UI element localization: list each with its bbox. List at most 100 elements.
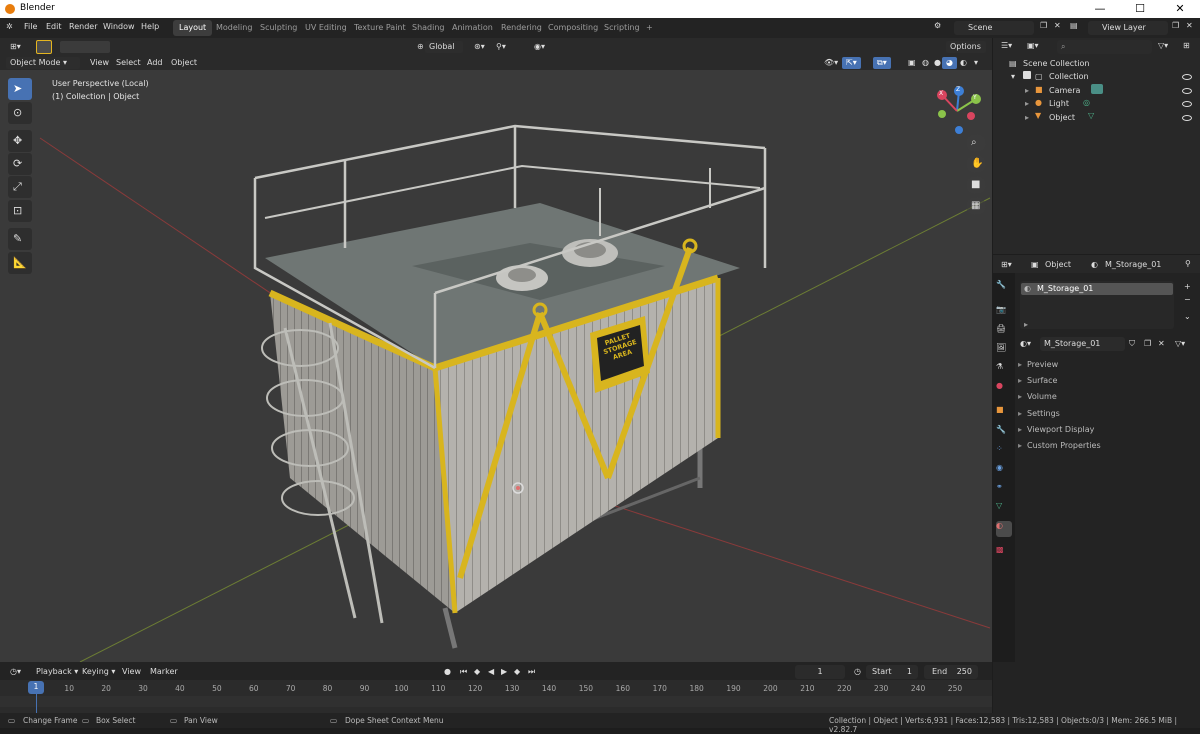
tab-modeling[interactable]: Modeling bbox=[210, 20, 258, 36]
zoom-icon[interactable]: ⌕ bbox=[966, 134, 986, 152]
select-mode-icon[interactable] bbox=[36, 40, 52, 54]
outliner-root[interactable]: Scene Collection bbox=[1023, 59, 1090, 68]
select-box-tool[interactable]: ➤ bbox=[8, 78, 32, 100]
physics-properties-icon[interactable]: ◉ bbox=[996, 463, 1012, 479]
tab-compositing[interactable]: Compositing bbox=[542, 20, 604, 36]
menu-marker[interactable]: Marker bbox=[146, 666, 182, 678]
cursor-tool[interactable]: ⊙ bbox=[8, 102, 32, 124]
mode-dropdown[interactable]: Object Mode ▾ bbox=[6, 57, 80, 69]
expand-arrow-icon[interactable]: ▸ bbox=[1025, 113, 1029, 122]
jump-keyframe-back-icon[interactable]: ◆ bbox=[470, 666, 484, 678]
menu-select[interactable]: Select bbox=[112, 57, 145, 69]
render-properties-icon[interactable]: 📷 bbox=[996, 305, 1012, 321]
data-properties-icon[interactable]: ▽ bbox=[996, 501, 1012, 517]
tab-uv-editing[interactable]: UV Editing bbox=[299, 20, 353, 36]
remove-slot-button[interactable]: − bbox=[1184, 295, 1191, 304]
modifier-properties-icon[interactable]: 🔧 bbox=[996, 425, 1012, 441]
fake-user-icon[interactable]: ⛉ bbox=[1129, 339, 1135, 349]
menu-help[interactable]: Help bbox=[141, 22, 159, 31]
perspective-grid-icon[interactable]: ▦ bbox=[966, 197, 986, 215]
annotate-tool[interactable]: ✎ bbox=[8, 228, 32, 250]
navigation-gizmo[interactable]: Z Y X bbox=[932, 86, 982, 136]
expand-arrow-icon[interactable]: ▸ bbox=[1018, 425, 1022, 434]
menu-edit[interactable]: Edit bbox=[46, 22, 62, 31]
tab-shading[interactable]: Shading bbox=[406, 20, 451, 36]
add-slot-button[interactable]: + bbox=[1184, 282, 1191, 291]
view-layer-properties-icon[interactable]: 🖼 bbox=[996, 343, 1012, 359]
texture-properties-icon[interactable]: ▩ bbox=[996, 545, 1012, 561]
collection-checkbox[interactable] bbox=[1023, 71, 1031, 79]
proportional-edit-icon[interactable]: ◉▾ bbox=[530, 41, 549, 53]
close-button[interactable]: ✕ bbox=[1160, 0, 1200, 18]
outliner-search-input[interactable]: ⌕ bbox=[1057, 40, 1152, 54]
scene-new-icon[interactable]: ❐ bbox=[1040, 21, 1047, 30]
panel-settings[interactable]: Settings bbox=[1027, 409, 1060, 418]
filter-icon[interactable]: ▽▾ bbox=[1158, 41, 1168, 50]
new-collection-icon[interactable]: ⊞ bbox=[1183, 41, 1190, 50]
snap-icon[interactable]: ⚲▾ bbox=[492, 41, 510, 53]
measure-tool[interactable]: 📐 bbox=[8, 252, 32, 274]
shading-options-icon[interactable]: ▾ bbox=[970, 57, 982, 69]
expand-arrow-icon[interactable]: ▸ bbox=[1018, 360, 1022, 369]
start-frame-field[interactable]: Start 1 bbox=[866, 665, 918, 679]
panel-volume[interactable]: Volume bbox=[1027, 392, 1057, 401]
rendered-shading-icon[interactable]: ◐ bbox=[956, 57, 971, 69]
outliner-editor-type-icon[interactable]: ☰▾ bbox=[1001, 41, 1012, 50]
blender-menu-icon[interactable]: ✲ bbox=[6, 22, 13, 31]
scene-properties-icon[interactable]: ⚗ bbox=[996, 362, 1012, 378]
expand-arrow-icon[interactable]: ▸ bbox=[1025, 99, 1029, 108]
outliner-item-object[interactable]: Object bbox=[1049, 113, 1075, 122]
tab-rendering[interactable]: Rendering bbox=[495, 20, 548, 36]
transform-orientation-dropdown[interactable]: Global bbox=[425, 41, 463, 53]
minimize-button[interactable]: — bbox=[1080, 0, 1120, 18]
menu-keying[interactable]: Keying ▾ bbox=[78, 666, 119, 678]
timeline-editor-type-icon[interactable]: ◷▾ bbox=[6, 666, 25, 678]
expand-arrow-icon[interactable]: ▸ bbox=[1018, 376, 1022, 385]
menu-window[interactable]: Window bbox=[103, 22, 135, 31]
material-slot-item[interactable]: M_Storage_01 bbox=[1021, 283, 1173, 295]
tab-sculpting[interactable]: Sculpting bbox=[254, 20, 303, 36]
3d-viewport[interactable]: PALLET STORAGE AREA User Perspective (Lo… bbox=[0, 38, 992, 662]
view-layer-field[interactable]: View Layer bbox=[1088, 21, 1168, 35]
selection-mode-buttons[interactable] bbox=[60, 41, 110, 53]
menu-file[interactable]: File bbox=[24, 22, 37, 31]
menu-render[interactable]: Render bbox=[69, 22, 97, 31]
outliner-item-camera[interactable]: Camera bbox=[1049, 86, 1080, 95]
tab-animation[interactable]: Animation bbox=[446, 20, 499, 36]
world-properties-icon[interactable]: ● bbox=[996, 381, 1012, 397]
node-tree-icon[interactable]: ▽▾ bbox=[1175, 339, 1185, 348]
expand-arrow-icon[interactable]: ▸ bbox=[1025, 86, 1029, 95]
pin-icon[interactable]: ⚲ bbox=[1185, 259, 1191, 268]
menu-view[interactable]: View bbox=[86, 57, 113, 69]
material-name-field[interactable]: M_Storage_01 bbox=[1040, 337, 1125, 351]
menu-add[interactable]: Add bbox=[143, 57, 167, 69]
eye-icon[interactable] bbox=[1182, 88, 1192, 94]
menu-object[interactable]: Object bbox=[167, 57, 201, 69]
eye-icon[interactable] bbox=[1182, 101, 1192, 107]
outliner-item-light[interactable]: Light bbox=[1049, 99, 1069, 108]
panel-surface[interactable]: Surface bbox=[1027, 376, 1057, 385]
output-properties-icon[interactable]: 🖨 bbox=[996, 324, 1012, 340]
tab-scripting[interactable]: Scripting bbox=[598, 20, 646, 36]
menu-playback[interactable]: Playback ▾ bbox=[32, 666, 82, 678]
transform-tool[interactable]: ⊡ bbox=[8, 200, 32, 222]
move-tool[interactable]: ✥ bbox=[8, 130, 32, 152]
menu-timeline-view[interactable]: View bbox=[118, 666, 145, 678]
overlays-toggle-icon[interactable]: ⧉▾ bbox=[873, 57, 891, 69]
record-icon[interactable]: ● bbox=[440, 666, 455, 678]
camera-view-icon[interactable]: ■ bbox=[966, 176, 986, 194]
gizmo-toggle-icon[interactable]: ⇱▾ bbox=[842, 57, 861, 69]
material-properties-icon[interactable]: ◐ bbox=[996, 521, 1012, 537]
current-frame-field[interactable]: 1 bbox=[795, 665, 845, 679]
expand-arrow-icon[interactable]: ▸ bbox=[1018, 441, 1022, 450]
end-frame-field[interactable]: End 250 bbox=[924, 665, 978, 679]
eye-icon[interactable] bbox=[1182, 74, 1192, 80]
panel-preview[interactable]: Preview bbox=[1027, 360, 1058, 369]
panel-custom-properties[interactable]: Custom Properties bbox=[1027, 441, 1101, 450]
preview-range-icon[interactable]: ◷ bbox=[850, 666, 865, 678]
constraint-properties-icon[interactable]: ⚭ bbox=[996, 482, 1012, 498]
expand-arrow-icon[interactable]: ▸ bbox=[1024, 320, 1028, 329]
expand-arrow-icon[interactable]: ▸ bbox=[1018, 409, 1022, 418]
slot-menu-icon[interactable]: ⌄ bbox=[1184, 312, 1191, 321]
scene-field[interactable]: Scene bbox=[954, 21, 1034, 35]
